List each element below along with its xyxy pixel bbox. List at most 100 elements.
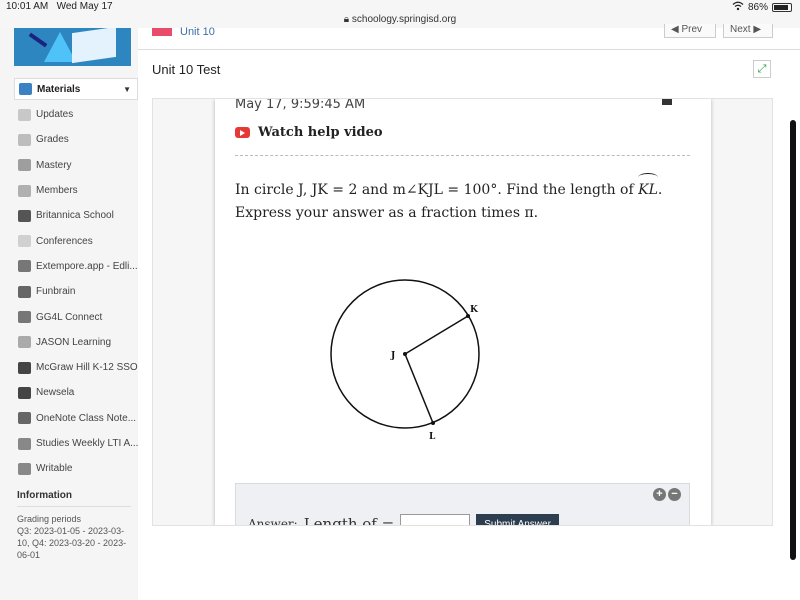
- lock-icon: 🔒︎: [343, 14, 350, 25]
- timestamp: May 17, 9:59:45 AM: [235, 98, 366, 112]
- sidebar-item-mastery[interactable]: Mastery: [14, 153, 138, 178]
- fullscreen-expand-icon[interactable]: ⤢: [753, 60, 771, 78]
- battery-percent: 86%: [747, 2, 768, 13]
- writable-icon: [18, 462, 31, 475]
- sidebar-item-gg4l-connect[interactable]: GG4L Connect: [14, 304, 138, 329]
- minus-icon[interactable]: −: [668, 488, 681, 501]
- mastery-icon: [18, 159, 31, 172]
- status-right: 86%: [732, 1, 792, 14]
- sidebar-item-label: Grades: [36, 134, 69, 146]
- answer-expression: Length of KL =: [304, 515, 395, 525]
- sidebar-item-grades[interactable]: Grades: [14, 127, 138, 152]
- youtube-play-icon: [235, 127, 250, 138]
- jason-icon: [18, 336, 31, 349]
- point-j-dot: [403, 352, 407, 356]
- sidebar-item-updates[interactable]: Updates: [14, 102, 138, 127]
- sidebar-item-studies-weekly-lti-a[interactable]: Studies Weekly LTI A...: [14, 431, 138, 456]
- status-bar: 10:01 AM Wed May 17 86%: [0, 0, 800, 14]
- assessment-frame[interactable]: May 17, 9:59:45 AM Watch help video In c…: [152, 98, 773, 526]
- wifi-icon: [732, 1, 744, 14]
- url-text: schoology.springisd.org: [351, 14, 457, 25]
- sidebar-item-label: Mastery: [36, 159, 72, 171]
- point-l-dot: [431, 421, 435, 425]
- chevron-down-icon[interactable]: ▼: [123, 85, 131, 94]
- conferences-icon: [18, 235, 31, 248]
- sidebar-item-label: Updates: [36, 109, 74, 121]
- sidebar-item-label: Newsela: [36, 387, 75, 399]
- newsela-icon: [18, 386, 31, 399]
- battery-icon: [772, 3, 792, 12]
- answer-row: Answer: Length of KL = Submit Answer: [248, 514, 559, 526]
- next-button[interactable]: Next ▶: [723, 24, 773, 38]
- breadcrumb: Unit 10 ◀ Prev Next ▶: [138, 24, 800, 50]
- sidebar-item-label: Writable: [36, 463, 73, 475]
- radius-jk: [404, 315, 469, 355]
- materials-icon: [19, 83, 32, 95]
- sidebar-item-label: Britannica School: [36, 210, 114, 222]
- answer-input[interactable]: [400, 514, 471, 525]
- sidebar-item-label: Conferences: [36, 235, 93, 247]
- plus-icon[interactable]: +: [653, 488, 666, 501]
- sidebar-item-label: Studies Weekly LTI A...: [36, 438, 138, 449]
- grading-periods-text: Q3: 2023-01-05 - 2023-03-10, Q4: 2023-03…: [17, 526, 127, 560]
- question-card: May 17, 9:59:45 AM Watch help video In c…: [215, 98, 711, 526]
- sidebar-item-label: Members: [36, 185, 78, 197]
- unit-flag-icon: [152, 28, 172, 36]
- sidebar-item-label: OneNote Class Note...: [36, 412, 137, 424]
- grades-icon: [18, 133, 31, 146]
- sidebar-item-label: Extempore.app - Edli...: [36, 260, 138, 272]
- prev-button[interactable]: ◀ Prev: [664, 24, 716, 38]
- question-text: In circle J, JK = 2 and m∠KJL = 100°. Fi…: [235, 173, 695, 225]
- label-k: K: [470, 305, 479, 315]
- zoom-controls: + −: [653, 488, 681, 501]
- sidebar-item-materials[interactable]: Materials ▼: [14, 78, 138, 100]
- sidebar-item-newsela[interactable]: Newsela: [14, 380, 138, 405]
- onenote-icon: [18, 412, 31, 425]
- sidebar: Materials ▼ Updates Grades Mastery Members Bri…: [0, 28, 138, 600]
- menu-tab-icon[interactable]: [662, 99, 672, 105]
- sidebar-item-mcgraw-hill-k-12-sso[interactable]: McGraw Hill K-12 SSO: [14, 355, 138, 380]
- arc-kl: KL: [638, 173, 658, 202]
- extempore-icon: [18, 260, 31, 273]
- breadcrumb-unit-link[interactable]: Unit 10: [180, 26, 215, 38]
- studies-weekly-icon: [18, 437, 31, 450]
- answer-label: Answer:: [248, 517, 298, 526]
- sidebar-item-label: JASON Learning: [36, 336, 112, 348]
- main-content: Unit 10 ◀ Prev Next ▶ Unit 10 Test ⤢ May…: [138, 24, 800, 600]
- sidebar-item-jason-learning[interactable]: JASON Learning: [14, 330, 138, 355]
- sidebar-item-britannica-school[interactable]: Britannica School: [14, 203, 138, 228]
- label-l: L: [429, 432, 436, 442]
- page-title: Unit 10 Test: [152, 62, 221, 77]
- submit-answer-button[interactable]: Submit Answer: [476, 514, 559, 525]
- test-toolbar: Unit 10 Test: [138, 50, 800, 90]
- sidebar-item-writable[interactable]: Writable: [14, 456, 138, 481]
- sidebar-item-label: GG4L Connect: [36, 311, 103, 323]
- sidebar-item-funbrain[interactable]: Funbrain: [14, 279, 138, 304]
- information-heading: Information: [17, 490, 131, 507]
- sidebar-item-label: Materials: [37, 83, 81, 95]
- updates-icon: [18, 108, 31, 121]
- watch-help-video-link[interactable]: Watch help video: [235, 125, 383, 140]
- grading-periods-label: Grading periods: [17, 514, 82, 524]
- banner-book-icon: [72, 28, 116, 64]
- sidebar-item-extempore-app-edli[interactable]: Extempore.app - Edli...: [14, 254, 138, 279]
- radius-jl: [404, 353, 434, 424]
- scrollbar[interactable]: [790, 120, 796, 560]
- label-j: J: [390, 351, 395, 361]
- course-banner: [14, 28, 131, 66]
- members-icon: [18, 184, 31, 197]
- mcgraw-icon: [18, 361, 31, 374]
- sidebar-item-label: McGraw Hill K-12 SSO: [36, 362, 138, 374]
- sidebar-item-members[interactable]: Members: [14, 178, 138, 203]
- funbrain-icon: [18, 285, 31, 298]
- sidebar-item-onenote-class-note[interactable]: OneNote Class Note...: [14, 406, 138, 431]
- sidebar-nav: Materials ▼ Updates Grades Mastery Members Bri…: [14, 78, 138, 481]
- britannica-icon: [18, 209, 31, 222]
- status-time-date: 10:01 AM Wed May 17: [6, 1, 113, 12]
- circle-diagram: J K L: [330, 279, 480, 442]
- divider: [235, 155, 690, 156]
- sidebar-item-label: Funbrain: [36, 286, 76, 298]
- gg4l-icon: [18, 311, 31, 324]
- sidebar-item-conferences[interactable]: Conferences: [14, 228, 138, 253]
- information-panel: Information Grading periods Q3: 2023-01-…: [17, 490, 131, 561]
